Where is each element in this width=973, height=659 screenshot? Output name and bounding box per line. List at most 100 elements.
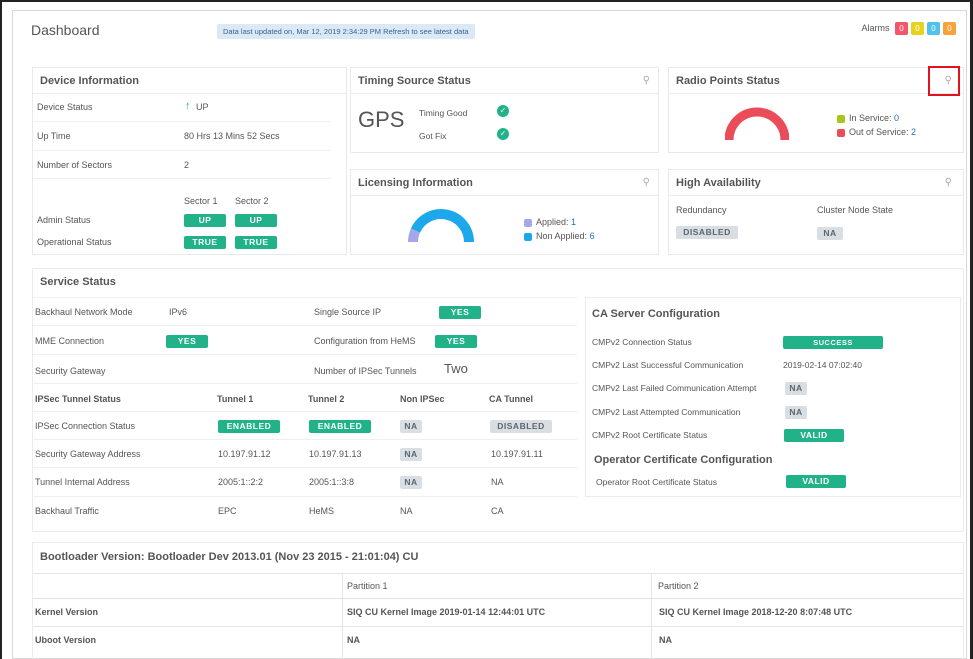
uptime-value: 80 Hrs 13 Mins 52 Secs xyxy=(184,131,280,141)
settings-wrench-icon[interactable]: ⚲ xyxy=(945,170,952,196)
device-information-title: Device Information xyxy=(33,68,346,94)
timing-good-label: Timing Good xyxy=(419,108,468,118)
cluster-node-state-label: Cluster Node State xyxy=(817,205,894,215)
settings-wrench-icon[interactable]: ⚲ xyxy=(643,170,650,196)
alarm-major-badge[interactable]: 0 xyxy=(911,22,924,35)
applied-legend: Applied: 1 xyxy=(524,217,576,227)
backhaul-mode-value: IPv6 xyxy=(169,307,188,317)
ca-server-panel: CA Server Configuration CMPv2 Connection… xyxy=(585,297,961,497)
cmpv2-last-success-label: CMPv2 Last Successful Communication xyxy=(592,360,744,370)
cmpv2-connection-badge: SUCCESS xyxy=(783,336,883,349)
sector2-header: Sector 2 xyxy=(235,196,269,206)
radio-points-title-text: Radio Points Status xyxy=(676,75,780,87)
tunnel1-gateway-address: 10.197.91.12 xyxy=(218,449,271,459)
applied-swatch xyxy=(524,218,532,227)
arrow-up-icon: ↑ xyxy=(185,100,191,112)
divider xyxy=(33,626,963,627)
security-gateway-label: Security Gateway xyxy=(35,366,106,376)
tunnel-header-tunnel2: Tunnel 2 xyxy=(308,394,345,404)
hems-config-label: Configuration from HeMS xyxy=(314,336,416,346)
mme-connection-label: MME Connection xyxy=(35,336,105,346)
sectors-label: Number of Sectors xyxy=(37,160,113,170)
single-source-ip-badge: YES xyxy=(439,306,481,319)
non-applied-label: Non Applied: xyxy=(536,231,588,241)
high-availability-title: High Availability ⚲ xyxy=(669,170,963,196)
alarms-group: Alarms 0000 xyxy=(861,22,956,35)
applied-value[interactable]: 1 xyxy=(571,217,576,227)
cluster-node-state-badge: NA xyxy=(817,227,843,240)
single-source-ip-label: Single Source IP xyxy=(314,307,382,317)
uboot-version-partition1: NA xyxy=(347,635,360,645)
device-information-panel: Device Information Device Status ↑ UP Up… xyxy=(32,67,347,255)
tunnel-header-ca-tunnel: CA Tunnel xyxy=(489,394,533,404)
ca-tunnel-status-badge: DISABLED xyxy=(490,420,552,433)
radio-points-gauge xyxy=(725,107,789,141)
licensing-gauge xyxy=(408,209,474,243)
device-status-row: Device Status ↑ UP xyxy=(33,94,331,122)
ca-tunnel-internal-address: NA xyxy=(491,477,504,487)
in-service-legend: In Service: 0 xyxy=(837,113,899,123)
tunnel1-internal-address: 2005:1::2:2 xyxy=(218,477,264,487)
tunnel-header-status: IPSec Tunnel Status xyxy=(35,394,121,404)
sectors-row: Number of Sectors 2 xyxy=(33,151,331,179)
hems-config-badge: YES xyxy=(435,335,477,348)
licensing-title-text: Licensing Information xyxy=(358,177,473,189)
table-row: Tunnel Internal Address 2005:1::2:2 2005… xyxy=(33,468,577,497)
out-of-service-label: Out of Service: xyxy=(849,127,909,137)
kernel-version-label: Kernel Version xyxy=(35,607,99,617)
table-row: IPSec Connection Status ENABLED ENABLED … xyxy=(33,412,577,440)
kernel-version-partition1: SIQ CU Kernel Image 2019-01-14 12:44:01 … xyxy=(347,607,546,617)
non-applied-value[interactable]: 6 xyxy=(590,231,595,241)
table-row: Backhaul Traffic EPC HeMS NA CA xyxy=(33,497,577,527)
admin-status-sector2-badge: UP xyxy=(235,214,277,227)
oper-status-label: Operational Status xyxy=(37,237,112,247)
settings-wrench-icon[interactable]: ⚲ xyxy=(643,68,650,94)
cmpv2-last-attempted-badge: NA xyxy=(785,406,807,419)
tunnel2-backhaul-traffic: HeMS xyxy=(309,506,335,516)
tunnel-header-tunnel1: Tunnel 1 xyxy=(217,394,254,404)
alarm-minor-badge[interactable]: 0 xyxy=(927,22,940,35)
radio-points-panel: Radio Points Status ⚲ In Service: 0 Out … xyxy=(668,67,964,153)
non-applied-legend: Non Applied: 6 xyxy=(524,231,595,241)
divider xyxy=(33,573,963,574)
timing-source-panel: Timing Source Status ⚲ GPS Timing Good G… xyxy=(350,67,659,153)
cmpv2-root-cert-label: CMPv2 Root Certificate Status xyxy=(592,430,708,440)
in-service-value[interactable]: 0 xyxy=(894,113,899,123)
in-service-label: In Service: xyxy=(849,113,892,123)
licensing-title: Licensing Information ⚲ xyxy=(351,170,658,196)
table-row: Security Gateway Address 10.197.91.12 10… xyxy=(33,440,577,468)
divider xyxy=(342,573,343,659)
security-gateway-address-label: Security Gateway Address xyxy=(35,449,141,459)
timing-good-check-icon: ✓ xyxy=(497,105,509,117)
device-status-value: UP xyxy=(196,102,209,112)
got-fix-label: Got Fix xyxy=(419,131,447,141)
applied-label: Applied: xyxy=(536,217,569,227)
tunnel-internal-address-label: Tunnel Internal Address xyxy=(35,477,130,487)
backhaul-mode-label: Backhaul Network Mode xyxy=(35,307,133,317)
device-status-label: Device Status xyxy=(37,102,93,112)
dashboard-page: Dashboard Data last updated on, Mar 12, … xyxy=(12,10,967,659)
out-of-service-legend: Out of Service: 2 xyxy=(837,127,916,137)
last-updated-banner[interactable]: Data last updated on, Mar 12, 2019 2:34:… xyxy=(217,24,475,39)
high-availability-panel: High Availability ⚲ Redundancy Cluster N… xyxy=(668,169,964,255)
non-ipsec-internal-badge: NA xyxy=(400,476,422,489)
non-ipsec-backhaul-traffic: NA xyxy=(400,506,413,516)
highlight-box xyxy=(928,66,960,96)
mme-row: MME Connection YES Configuration from He… xyxy=(33,326,577,355)
partition1-header: Partition 1 xyxy=(347,581,388,591)
operator-root-cert-label: Operator Root Certificate Status xyxy=(596,477,717,487)
backhaul-traffic-label: Backhaul Traffic xyxy=(35,506,99,516)
alarm-warning-badge[interactable]: 0 xyxy=(943,22,956,35)
partition2-header: Partition 2 xyxy=(658,581,699,591)
cmpv2-root-cert-badge: VALID xyxy=(784,429,844,442)
ca-server-title: CA Server Configuration xyxy=(592,308,720,320)
out-of-service-value[interactable]: 2 xyxy=(911,127,916,137)
cmpv2-last-failed-label: CMPv2 Last Failed Communication Attempt xyxy=(592,383,757,393)
out-of-service-swatch xyxy=(837,128,845,137)
tunnel-table-header: IPSec Tunnel Status Tunnel 1 Tunnel 2 No… xyxy=(33,384,577,412)
ipsec-tunnels-value: Two xyxy=(444,361,468,376)
non-applied-swatch xyxy=(524,232,532,241)
alarm-critical-badge[interactable]: 0 xyxy=(895,22,908,35)
uboot-version-partition2: NA xyxy=(659,635,672,645)
got-fix-check-icon: ✓ xyxy=(497,128,509,140)
